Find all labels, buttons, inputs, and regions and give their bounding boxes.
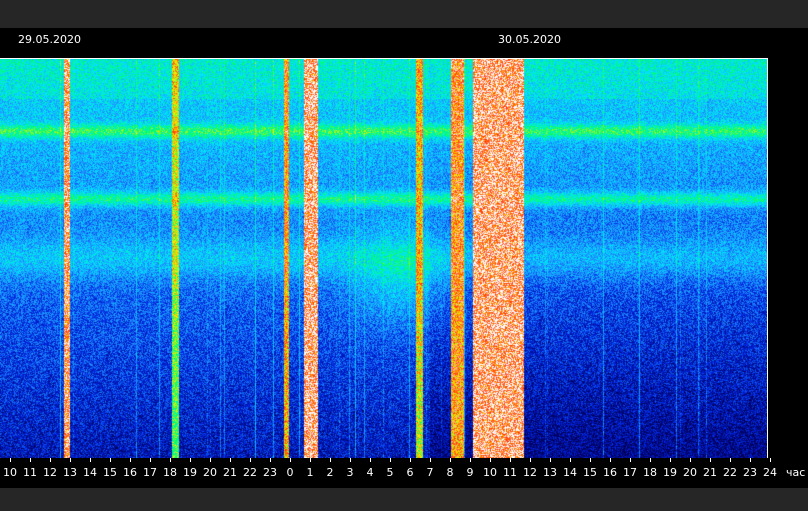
x-tick-mark: [670, 458, 671, 462]
x-tick-label: 15: [583, 466, 597, 479]
x-tick-mark: [510, 458, 511, 462]
date-label-end: 30.05.2020: [498, 33, 561, 46]
x-tick-label: 16: [123, 466, 137, 479]
x-tick-mark: [310, 458, 311, 462]
x-tick-label: 6: [406, 466, 414, 479]
x-tick-mark: [750, 458, 751, 462]
x-tick-label: 11: [23, 466, 37, 479]
x-tick-label: 13: [543, 466, 557, 479]
x-tick-label: 23: [263, 466, 277, 479]
x-tick-mark: [470, 458, 471, 462]
x-tick-mark: [390, 458, 391, 462]
x-tick-label: 18: [643, 466, 657, 479]
x-tick-label: 16: [603, 466, 617, 479]
x-tick-mark: [250, 458, 251, 462]
x-tick-label: 2: [326, 466, 334, 479]
x-tick-mark: [30, 458, 31, 462]
x-tick-label: 11: [503, 466, 517, 479]
x-tick-mark: [650, 458, 651, 462]
x-tick-label: 15: [103, 466, 117, 479]
x-tick-mark: [10, 458, 11, 462]
x-tick-label: 18: [163, 466, 177, 479]
x-tick-mark: [770, 458, 771, 462]
x-tick-mark: [690, 458, 691, 462]
x-tick-mark: [570, 458, 571, 462]
x-tick-label: 21: [703, 466, 717, 479]
x-tick-mark: [330, 458, 331, 462]
x-tick-mark: [110, 458, 111, 462]
spectrogram-heatmap: [0, 59, 767, 458]
x-tick-label: 21: [223, 466, 237, 479]
x-axis-unit-label: час: [786, 466, 806, 479]
x-tick-label: 14: [83, 466, 97, 479]
x-tick-label: 13: [63, 466, 77, 479]
x-tick-label: 22: [243, 466, 257, 479]
x-tick-mark: [610, 458, 611, 462]
x-tick-mark: [530, 458, 531, 462]
x-tick-label: 22: [723, 466, 737, 479]
x-tick-label: 1: [306, 466, 314, 479]
x-tick-mark: [70, 458, 71, 462]
x-tick-label: 12: [523, 466, 537, 479]
x-tick-mark: [630, 458, 631, 462]
x-tick-label: 9: [466, 466, 474, 479]
x-tick-mark: [190, 458, 191, 462]
date-label-start: 29.05.2020: [18, 33, 81, 46]
x-tick-mark: [450, 458, 451, 462]
x-tick-label: 20: [203, 466, 217, 479]
x-tick-mark: [550, 458, 551, 462]
x-tick-label: 10: [483, 466, 497, 479]
x-tick-label: 3: [346, 466, 354, 479]
x-tick-mark: [490, 458, 491, 462]
x-tick-mark: [290, 458, 291, 462]
x-tick-label: 19: [663, 466, 677, 479]
x-tick-label: 19: [183, 466, 197, 479]
x-tick-mark: [50, 458, 51, 462]
x-tick-mark: [150, 458, 151, 462]
x-tick-label: 17: [143, 466, 157, 479]
x-tick-label: 20: [683, 466, 697, 479]
x-tick-mark: [230, 458, 231, 462]
x-tick-mark: [170, 458, 171, 462]
x-tick-label: 10: [3, 466, 17, 479]
x-tick-mark: [350, 458, 351, 462]
x-tick-label: 23: [743, 466, 757, 479]
x-tick-label: 24: [763, 466, 777, 479]
x-tick-label: 14: [563, 466, 577, 479]
x-tick-mark: [730, 458, 731, 462]
x-tick-mark: [710, 458, 711, 462]
x-tick-mark: [270, 458, 271, 462]
x-tick-label: 0: [286, 466, 294, 479]
x-tick-label: 7: [426, 466, 434, 479]
x-tick-label: 5: [386, 466, 394, 479]
x-tick-label: 17: [623, 466, 637, 479]
x-tick-label: 4: [366, 466, 374, 479]
x-tick-mark: [410, 458, 411, 462]
x-tick-label: 8: [446, 466, 454, 479]
x-tick-mark: [90, 458, 91, 462]
x-tick-mark: [590, 458, 591, 462]
x-axis: час 10 11 12 13 14 15 16 17 18 19 20 21 22 23 0 1 2 3 4 5 6 7…: [0, 458, 808, 488]
x-tick-label: 12: [43, 466, 57, 479]
x-tick-mark: [430, 458, 431, 462]
x-tick-mark: [210, 458, 211, 462]
x-tick-mark: [130, 458, 131, 462]
x-tick-mark: [370, 458, 371, 462]
